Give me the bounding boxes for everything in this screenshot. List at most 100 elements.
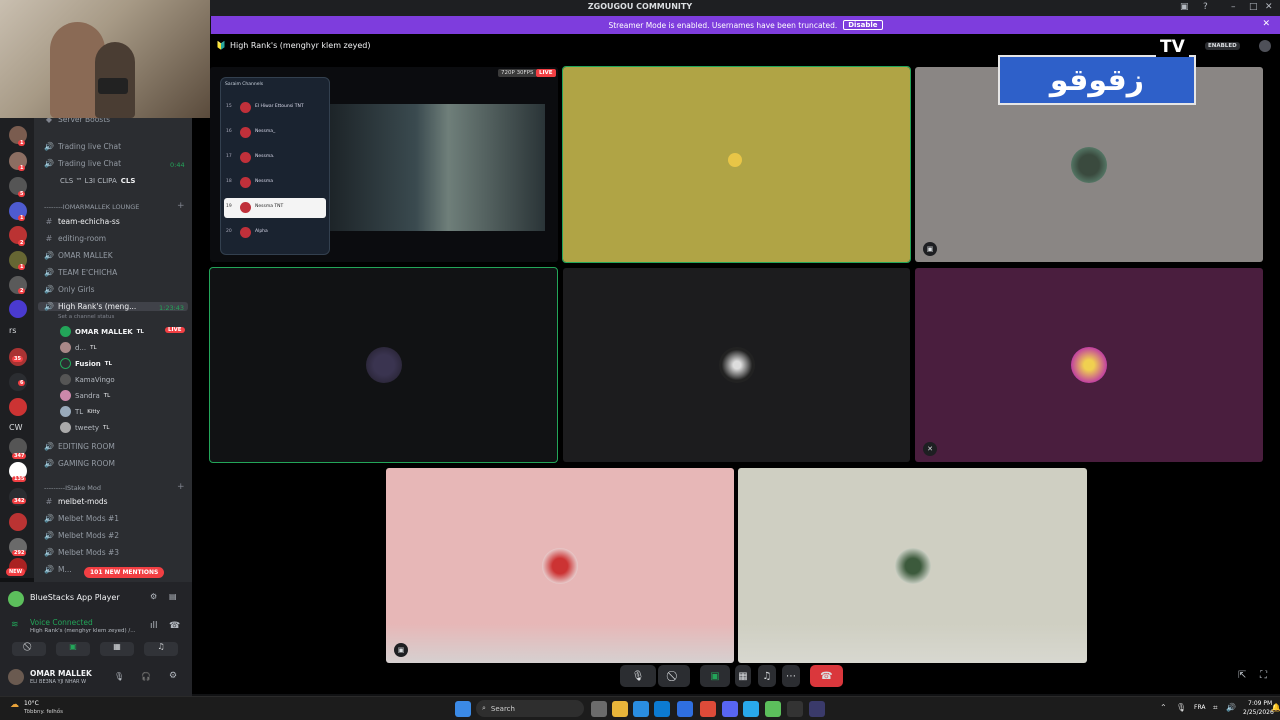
start-icon[interactable] [455, 701, 471, 717]
channel-item[interactable]: 🔊 GAMING ROOM [44, 459, 115, 468]
channel-item[interactable]: 🔊 M... [44, 565, 72, 574]
more-button[interactable]: ⋯ [782, 665, 800, 687]
voice-user[interactable]: KamaVingo [60, 374, 115, 385]
chrome-icon[interactable] [700, 701, 716, 717]
video-toggle-button[interactable]: ⃠ [12, 642, 46, 656]
weather-desc[interactable]: Többny. felhős [24, 709, 63, 715]
close-window-button[interactable]: ✕ [1265, 2, 1273, 12]
new-mentions-button[interactable]: 101 NEW MENTIONS [84, 567, 165, 578]
server-rs[interactable]: rs [9, 326, 16, 335]
panel-share-button[interactable]: ▣ [56, 642, 90, 656]
soundboard-button[interactable]: ♫ [758, 665, 776, 687]
tray-chevron-icon[interactable]: ⌃ [1160, 703, 1167, 712]
mute-mic-icon[interactable]: 🎙 [114, 672, 124, 681]
share-screen-button[interactable]: ▣ [700, 665, 730, 687]
channel-item[interactable]: # team-echicha-ss [44, 217, 120, 226]
minimize-button[interactable]: – [1231, 2, 1236, 12]
task-view-icon[interactable] [591, 701, 607, 717]
disconnect-button[interactable]: ☎ [810, 665, 843, 687]
channel-item[interactable]: 🔊 Melbet Mods #1 [44, 514, 119, 523]
store-icon[interactable] [654, 701, 670, 717]
fullscreen-icon[interactable]: ⛶ [1260, 670, 1267, 681]
channel-item[interactable]: 🔊 OMAR MALLEK [44, 251, 113, 260]
participant-tile-5[interactable] [563, 268, 910, 462]
language-indicator[interactable]: FRA [1194, 704, 1205, 711]
participant-tile-2[interactable] [562, 66, 911, 263]
voice-user[interactable]: Fusion TL [60, 358, 112, 369]
server-icon[interactable] [9, 513, 27, 531]
headset-icon[interactable]: 🎧 [141, 672, 151, 681]
server-cw[interactable]: CW [9, 423, 23, 432]
category-lounge[interactable]: --------IOMARMALLEK LOUNGE [44, 203, 139, 211]
clock-time[interactable]: 7:09 PM [1248, 700, 1272, 707]
mic-button[interactable]: 🎙 [620, 665, 656, 687]
channel-status-hint[interactable]: Set a channel status [58, 314, 114, 320]
participant-tile-6[interactable]: ✕ [915, 268, 1263, 462]
user-avatar[interactable] [8, 669, 24, 685]
voice-channel-icon: 🔰 [216, 41, 226, 50]
windows-taskbar: ☁ 10°C Többny. felhős ⌕ Search ⌃ 🎙 FRA ⌗ … [0, 696, 1280, 720]
app-icon[interactable] [809, 701, 825, 717]
new-badge: NEW [6, 568, 26, 576]
weather-temp[interactable]: 10°C [24, 700, 39, 707]
voice-user[interactable]: tweety TL [60, 422, 109, 433]
notification-icon[interactable]: 🔔 [1271, 703, 1280, 712]
edge-icon[interactable] [633, 701, 649, 717]
voice-channel-label[interactable]: High Rank's (menghyr klem zeyed) /... [30, 628, 135, 634]
server-icon[interactable] [9, 398, 27, 416]
participant-tile-7[interactable]: ▣ [386, 468, 734, 663]
members-icon[interactable] [1259, 40, 1271, 52]
bluestacks-taskbar-icon[interactable] [765, 701, 781, 717]
participant-tile-4[interactable] [209, 267, 558, 463]
add-channel-icon[interactable]: + [177, 201, 185, 211]
server-icon[interactable] [9, 300, 27, 318]
maximize-button[interactable]: □ [1249, 2, 1258, 12]
voice-user[interactable]: d... TL [60, 342, 97, 353]
inbox-icon[interactable]: ▣ [1180, 2, 1189, 12]
popout-icon[interactable]: ⇱ [1238, 670, 1246, 681]
channel-item[interactable]: 🔊 Melbet Mods #3 [44, 548, 119, 557]
activity-settings-icon[interactable]: ⚙ [150, 592, 157, 601]
activity-popout-icon[interactable]: ▤ [169, 592, 177, 601]
participant-tile-8[interactable] [738, 468, 1087, 663]
voice-user[interactable]: Sandra TL [60, 390, 110, 401]
tray-mic-icon[interactable]: 🎙 [1176, 703, 1186, 712]
voice-status[interactable]: Voice Connected [30, 618, 93, 627]
screen-share-tile[interactable]: 720P 30FPS LIVE Saraim Channels 15 El Hiw… [210, 67, 558, 262]
channel-trading-chat-1[interactable]: 🔊 Trading live Chat [44, 142, 121, 151]
noise-icon[interactable]: ıll [150, 621, 158, 631]
channel-item[interactable]: 🔊 Only Girls [44, 285, 95, 294]
disconnect-icon[interactable]: ☎ [169, 621, 180, 631]
channel-item[interactable]: 🔊 TEAM E'CHICHA [44, 268, 117, 277]
telegram-icon[interactable] [743, 701, 759, 717]
voice-channel-icon: 🔊 [44, 268, 54, 277]
channel-label: Trading live Chat [58, 142, 122, 151]
channel-item[interactable]: # editing-room [44, 234, 106, 243]
add-channel-icon[interactable]: + [177, 482, 185, 492]
obs-icon[interactable] [787, 701, 803, 717]
mail-icon[interactable] [677, 701, 693, 717]
file-explorer-icon[interactable] [612, 701, 628, 717]
voice-user[interactable]: TL Kitty [60, 406, 100, 417]
taskbar-search[interactable]: ⌕ Search [476, 700, 584, 717]
network-icon[interactable]: ⌗ [1213, 703, 1218, 713]
panel-activity-button[interactable]: ▦ [100, 642, 134, 656]
channel-item[interactable]: 🔊 Melbet Mods #2 [44, 531, 119, 540]
help-icon[interactable]: ? [1203, 2, 1208, 12]
voice-channel-icon: 🔊 [44, 285, 54, 294]
volume-icon[interactable]: 🔊 [1226, 703, 1236, 712]
channel-trading-chat-2[interactable]: 🔊 Trading live Chat [44, 159, 121, 168]
voice-user[interactable]: OMAR MALLEK TL [60, 326, 144, 337]
close-banner-icon[interactable]: ✕ [1262, 19, 1270, 29]
category-stake[interactable]: ---------IStake Mod [44, 484, 101, 492]
camera-button[interactable]: ⃠ [658, 665, 690, 687]
disable-button[interactable]: Disable [843, 20, 883, 30]
clock-date[interactable]: 2/25/2026 [1243, 709, 1274, 716]
voice-user-cls[interactable]: CLS ™ L3I CLIPA CLS [60, 177, 135, 185]
activities-button[interactable]: ▦ [735, 665, 751, 687]
channel-item[interactable]: 🔊 EDITING ROOM [44, 442, 115, 451]
channel-item[interactable]: # melbet-mods [44, 497, 108, 506]
user-settings-icon[interactable]: ⚙ [169, 671, 177, 681]
discord-taskbar-icon[interactable] [722, 701, 738, 717]
panel-soundboard-button[interactable]: ♫ [144, 642, 178, 656]
